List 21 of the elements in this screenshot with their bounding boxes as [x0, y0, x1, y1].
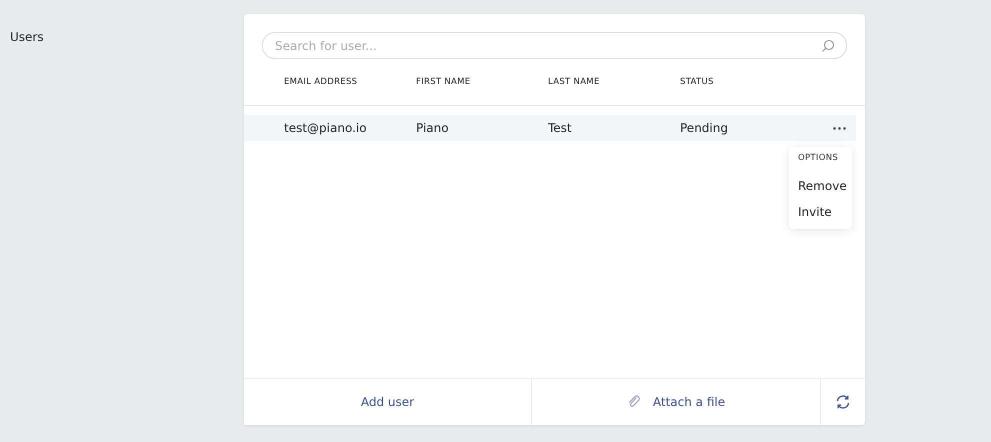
table-cell: test@piano.io	[284, 121, 367, 135]
table-cell: Piano	[416, 121, 449, 135]
attach-file-button[interactable]: Attach a file	[532, 379, 821, 425]
refresh-button[interactable]	[821, 379, 865, 425]
table-cell: Test	[548, 121, 572, 135]
menu-title: OPTIONS	[798, 153, 838, 163]
menu-item[interactable]: Remove	[798, 173, 847, 199]
column-header[interactable]: STATUS	[680, 77, 714, 87]
search-field[interactable]: Search for user...	[262, 32, 847, 59]
more-icon[interactable]	[833, 126, 846, 130]
refresh-icon	[835, 394, 851, 410]
column-header[interactable]: FIRST NAME	[416, 77, 470, 87]
paperclip-icon	[626, 395, 641, 409]
add-user-button[interactable]: Add user	[244, 379, 532, 425]
table-cell: Pending	[680, 121, 728, 135]
column-header[interactable]: LAST NAME	[548, 77, 600, 87]
search-icon	[821, 39, 835, 53]
section-label: Users	[10, 30, 44, 44]
table-row[interactable]: test@piano.io Piano Test Pending	[244, 115, 856, 141]
menu-item[interactable]: Invite	[798, 199, 832, 225]
column-header[interactable]: EMAIL ADDRESS	[284, 77, 358, 87]
